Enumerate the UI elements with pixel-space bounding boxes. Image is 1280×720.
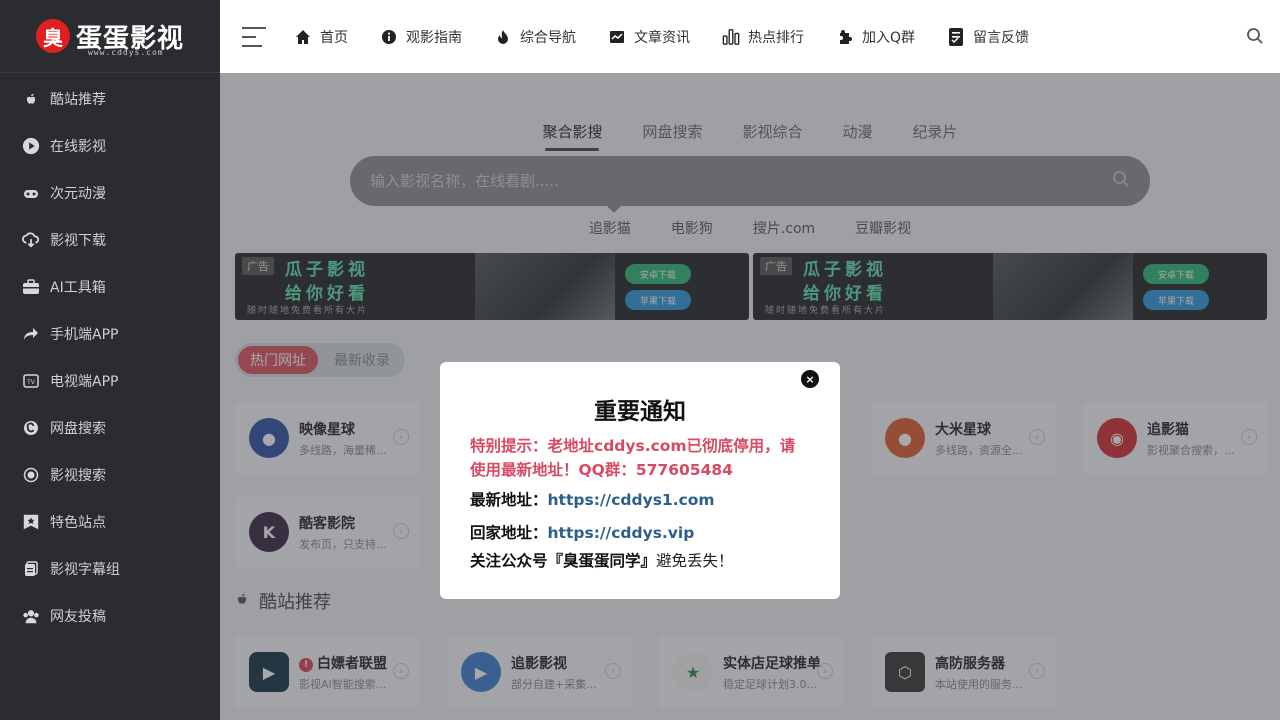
menu-toggle-icon[interactable] (242, 26, 266, 47)
search-icon[interactable] (1246, 27, 1264, 45)
topnav-label: 首页 (320, 29, 348, 46)
logo-area: 臭 蛋蛋影视 www.cddys.com (0, 0, 220, 73)
sidebar-item-label: 影视字幕组 (50, 561, 120, 578)
sidebar-item-tv-app[interactable]: TV 电视端APP (0, 357, 220, 404)
sidebar-item-label: 电视端APP (50, 373, 119, 390)
sidebar-item-video-search[interactable]: 影视搜索 (0, 451, 220, 498)
cloud-download-icon (22, 231, 40, 249)
apple-icon (22, 90, 40, 108)
logo-mark: 臭 (35, 19, 70, 53)
sidebar: 臭 蛋蛋影视 www.cddys.com 酷站推荐 在线影视 次元动漫 影视下载… (0, 0, 220, 720)
home-address-line: 回家地址：https://cddys.vip (470, 521, 810, 543)
latest-address-label: 最新地址： (470, 491, 548, 509)
topnav-label: 加入Q群 (862, 29, 916, 46)
share-arrow-icon (22, 325, 40, 343)
sidebar-item-online-video[interactable]: 在线影视 (0, 122, 220, 169)
sidebar-item-label: 影视搜索 (50, 467, 106, 484)
bookmark-star-icon (22, 513, 40, 531)
home-address-link[interactable]: https://cddys.vip (548, 524, 695, 542)
puzzle-icon (836, 28, 854, 46)
sidebar-item-download[interactable]: 影视下载 (0, 216, 220, 263)
document-icon (947, 27, 965, 46)
site-logo[interactable]: 臭 蛋蛋影视 www.cddys.com (35, 18, 184, 57)
follow-notice: 关注公众号『臭蛋蛋同学』避免丢失！ (470, 549, 810, 571)
latest-address-line: 最新地址：https://cddys1.com (470, 488, 810, 510)
logo-domain: www.cddys.com (87, 47, 164, 57)
topnav-feedback[interactable]: 留言反馈 (947, 27, 1029, 47)
sidebar-item-user-submit[interactable]: 网友投稿 (0, 592, 220, 639)
topnav-articles[interactable]: 文章资讯 (608, 27, 690, 47)
play-circle-icon (22, 137, 40, 155)
home-address-label: 回家地址： (470, 524, 548, 542)
bar-chart-icon (722, 28, 740, 46)
topnav-home[interactable]: 首页 (294, 27, 348, 47)
home-icon (294, 28, 312, 46)
sidebar-item-anime[interactable]: 次元动漫 (0, 169, 220, 216)
topnav-label: 留言反馈 (973, 29, 1030, 46)
sidebar-item-label: 网盘搜索 (50, 420, 106, 437)
topnav-label: 文章资讯 (634, 29, 690, 46)
top-nav: 首页 观影指南 综合导航 文章资讯 热点排行 加入Q群 留言反馈 (294, 27, 1029, 47)
notice-modal: × 重要通知 特别提示：老地址cddys.com已彻底停用，请使用最新地址！QQ… (440, 362, 840, 599)
gamepad-icon (22, 184, 40, 202)
toolbox-icon (22, 278, 40, 296)
chart-line-icon (608, 28, 626, 46)
users-icon (22, 607, 40, 625)
sidebar-nav: 酷站推荐 在线影视 次元动漫 影视下载 AI工具箱 手机端APP TV 电视端A… (0, 73, 220, 639)
topnav-label: 观影指南 (406, 29, 462, 46)
sidebar-item-mobile-app[interactable]: 手机端APP (0, 310, 220, 357)
info-icon (380, 28, 398, 46)
sidebar-item-cool-sites[interactable]: 酷站推荐 (0, 75, 220, 122)
topnav-guide[interactable]: 观影指南 (380, 27, 462, 47)
sidebar-item-label: 特色站点 (50, 514, 106, 531)
modal-title: 重要通知 (594, 399, 686, 425)
sidebar-item-label: 次元动漫 (50, 185, 106, 202)
top-bar: 首页 观影指南 综合导航 文章资讯 热点排行 加入Q群 留言反馈 (220, 0, 1280, 73)
sidebar-item-label: 网友投稿 (50, 608, 106, 625)
sidebar-item-label: AI工具箱 (50, 279, 106, 296)
follow-account-name: 关注公众号『臭蛋蛋同学』 (470, 552, 657, 570)
close-icon[interactable]: × (801, 370, 819, 388)
svg-text:TV: TV (26, 379, 36, 386)
sidebar-item-netdisk-search[interactable]: 网盘搜索 (0, 404, 220, 451)
sidebar-item-featured-sites[interactable]: 特色站点 (0, 498, 220, 545)
record-icon (22, 466, 40, 484)
modal-alert-text: 特别提示：老地址cddys.com已彻底停用，请使用最新地址！QQ群：57760… (470, 437, 796, 479)
latest-address-link[interactable]: https://cddys1.com (548, 491, 715, 509)
sidebar-item-label: 手机端APP (50, 326, 119, 343)
fire-icon (494, 28, 512, 46)
topnav-navigation[interactable]: 综合导航 (494, 27, 576, 47)
sidebar-item-label: 酷站推荐 (50, 91, 106, 108)
topnav-label: 综合导航 (520, 29, 576, 46)
sidebar-item-label: 在线影视 (50, 138, 106, 155)
copy-icon (22, 560, 40, 578)
tv-icon: TV (22, 372, 40, 390)
c-circle-icon (22, 419, 40, 437)
sidebar-item-ai-tools[interactable]: AI工具箱 (0, 263, 220, 310)
sidebar-item-subtitle-group[interactable]: 影视字幕组 (0, 545, 220, 592)
sidebar-item-label: 影视下载 (50, 232, 106, 249)
follow-rest: 避免丢失！ (656, 552, 734, 570)
topnav-join-qq[interactable]: 加入Q群 (836, 27, 915, 47)
topnav-ranking[interactable]: 热点排行 (722, 27, 804, 47)
topnav-label: 热点排行 (748, 29, 804, 46)
